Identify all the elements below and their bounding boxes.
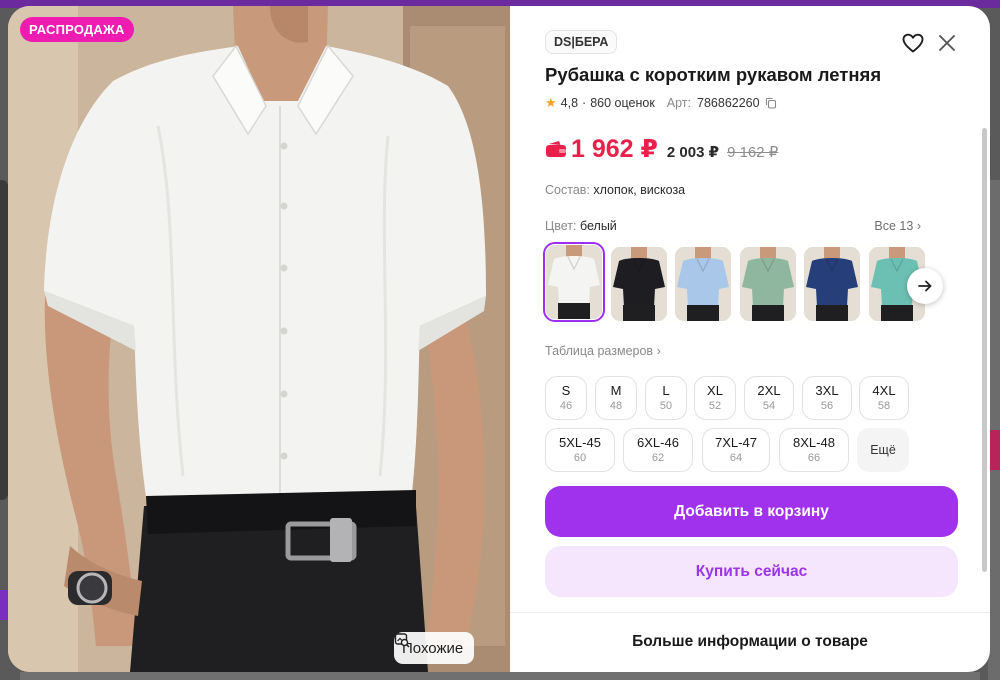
color-swatch-image — [675, 247, 731, 321]
scrollbar[interactable] — [982, 128, 987, 572]
background-card-left — [0, 180, 8, 500]
rating-separator: · — [582, 96, 587, 110]
color-swatch-image — [804, 247, 860, 321]
copy-icon[interactable] — [765, 97, 777, 109]
color-swatch-image — [739, 247, 796, 321]
reviews-count[interactable]: 860 оценок — [590, 96, 655, 110]
product-quick-view-modal: РАСПРОДАЖА Похожие DS|БЕРА Рубашка с кор… — [8, 6, 990, 672]
size-option[interactable]: 7XL-47 64 — [702, 428, 770, 472]
background-badge-right — [990, 430, 1000, 470]
color-row: Цвет: белый Все 13 › — [545, 219, 921, 233]
colors-all-label: Все 13 — [874, 219, 914, 233]
size-option[interactable]: L 50 — [645, 376, 687, 420]
size-option[interactable]: 5XL-45 60 — [545, 428, 615, 472]
image-search-icon — [394, 633, 410, 648]
size-number: 64 — [729, 452, 743, 464]
size-option[interactable]: 4XL 58 — [859, 376, 909, 420]
size-number: 50 — [659, 400, 673, 412]
star-icon: ★ — [545, 95, 557, 110]
size-option[interactable]: 3XL 56 — [802, 376, 852, 420]
size-number: 58 — [877, 400, 891, 412]
size-number: 54 — [762, 400, 776, 412]
size-label: 3XL — [815, 383, 839, 398]
size-label: M — [610, 383, 622, 398]
color-swatch-sage-green[interactable] — [739, 247, 796, 321]
size-option[interactable]: 8XL-48 66 — [779, 428, 849, 472]
product-photo[interactable]: РАСПРОДАЖА Похожие — [8, 6, 510, 672]
size-number: 46 — [559, 400, 573, 412]
heart-icon[interactable] — [900, 30, 926, 56]
swatches-next-button[interactable] — [907, 268, 943, 304]
add-to-cart-button[interactable]: Добавить в корзину — [545, 486, 958, 537]
colors-all-link[interactable]: Все 13 › — [874, 219, 921, 233]
color-label: Цвет: — [545, 219, 577, 233]
size-label: L — [662, 383, 670, 398]
product-title: Рубашка с коротким рукавом летняя — [545, 64, 882, 85]
size-option[interactable]: 6XL-46 62 — [623, 428, 693, 472]
rating-row: ★ 4,8 · 860 оценок Арт: 786862260 — [545, 95, 777, 111]
price-with-card: 1 962 ₽ — [571, 135, 658, 163]
size-option[interactable]: S 46 — [545, 376, 587, 420]
article-label: Арт: — [666, 96, 692, 110]
color-swatch-light-blue[interactable] — [675, 247, 731, 321]
price-without-card: 2 003 ₽ — [666, 144, 720, 161]
size-number: 62 — [651, 452, 665, 464]
color-swatch-white[interactable] — [543, 242, 605, 322]
rating-value[interactable]: 4,8 — [561, 96, 578, 110]
size-table-label: Таблица размеров — [545, 344, 654, 358]
size-number: 48 — [609, 400, 623, 412]
composition-value: хлопок, вискоза — [593, 183, 686, 197]
price-row: 1 962 ₽ 2 003 ₽ 9 162 ₽ — [545, 134, 778, 164]
wallet-icon — [546, 141, 566, 157]
composition: Состав: хлопок, вискоза — [545, 183, 685, 197]
similar-products-label: Похожие — [402, 639, 464, 657]
color-swatch-image — [610, 247, 667, 321]
size-table-link[interactable]: Таблица размеров › — [545, 344, 661, 358]
size-option[interactable]: XL 52 — [694, 376, 736, 420]
size-label: 8XL-48 — [793, 435, 835, 450]
chevron-right-icon: › — [916, 219, 921, 233]
size-option[interactable]: M 48 — [595, 376, 637, 420]
sale-badge: РАСПРОДАЖА — [20, 17, 134, 42]
color-value: белый — [579, 219, 617, 233]
background-card-row — [20, 672, 980, 680]
size-label: 6XL-46 — [637, 435, 679, 450]
similar-products-button[interactable]: Похожие — [394, 632, 475, 664]
close-icon[interactable] — [934, 30, 960, 56]
size-label: S — [561, 383, 571, 398]
composition-label: Состав: — [545, 183, 590, 197]
size-label: 2XL — [757, 383, 781, 398]
more-sizes-button[interactable]: Ещё — [857, 428, 909, 472]
more-info-button[interactable]: Больше информации о товаре — [510, 612, 990, 672]
arrow-right-icon — [918, 280, 932, 292]
color-swatch-navy[interactable] — [804, 247, 860, 321]
size-number: 60 — [573, 452, 587, 464]
size-label: 7XL-47 — [715, 435, 757, 450]
price-old: 9 162 ₽ — [727, 144, 779, 161]
size-label: Ещё — [870, 443, 896, 457]
color-swatch-image — [546, 245, 602, 319]
chevron-right-icon: › — [656, 344, 661, 358]
article-number: 786862260 — [697, 96, 760, 110]
size-option[interactable]: 2XL 54 — [744, 376, 794, 420]
size-number: 56 — [820, 400, 834, 412]
size-number: 52 — [708, 400, 722, 412]
brand-chip[interactable]: DS|БЕРА — [545, 30, 618, 54]
size-number: 66 — [807, 452, 821, 464]
background-badge-left — [0, 590, 8, 620]
size-label: XL — [707, 383, 723, 398]
size-label: 5XL-45 — [559, 435, 601, 450]
size-label: 4XL — [872, 383, 896, 398]
color-swatches — [543, 242, 945, 325]
color-swatch-black[interactable] — [610, 247, 667, 321]
product-info-panel: DS|БЕРА Рубашка с коротким рукавом летня… — [510, 6, 990, 672]
buy-now-button[interactable]: Купить сейчас — [545, 546, 958, 597]
product-photo-illustration — [8, 6, 510, 672]
